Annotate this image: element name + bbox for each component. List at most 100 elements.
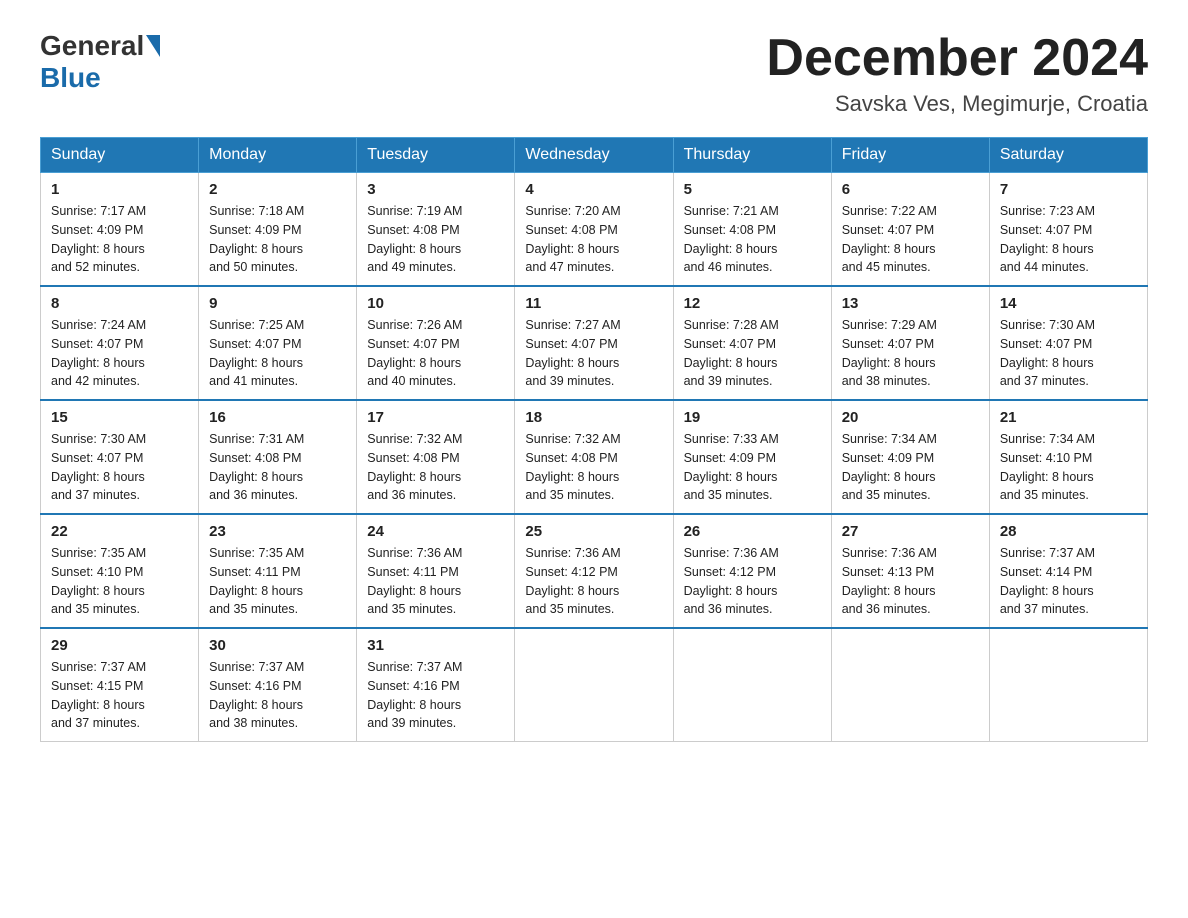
day-number: 26 bbox=[684, 523, 821, 540]
day-number: 11 bbox=[525, 295, 662, 312]
day-number: 22 bbox=[51, 523, 188, 540]
day-info: Sunrise: 7:36 AMSunset: 4:12 PMDaylight:… bbox=[525, 544, 662, 619]
calendar-cell: 17Sunrise: 7:32 AMSunset: 4:08 PMDayligh… bbox=[357, 400, 515, 514]
calendar-week-row: 15 Sunrise: 7:30 AMSunset: 4:07 PMDayligh… bbox=[41, 400, 1148, 514]
logo-triangle-icon bbox=[146, 35, 160, 57]
calendar-table: SundayMondayTuesdayWednesdayThursdayFrid… bbox=[40, 137, 1148, 742]
calendar-cell: 14Sunrise: 7:30 AMSunset: 4:07 PMDayligh… bbox=[989, 286, 1147, 400]
calendar-cell: 15 Sunrise: 7:30 AMSunset: 4:07 PMDayligh… bbox=[41, 400, 199, 514]
calendar-cell: 10 Sunrise: 7:26 AMSunset: 4:07 PMDayligh… bbox=[357, 286, 515, 400]
day-info: Sunrise: 7:35 AMSunset: 4:10 PMDaylight:… bbox=[51, 544, 188, 619]
calendar-cell bbox=[515, 628, 673, 742]
day-info: Sunrise: 7:36 AMSunset: 4:11 PMDaylight:… bbox=[367, 544, 504, 619]
day-number: 14 bbox=[1000, 295, 1137, 312]
day-number: 16 bbox=[209, 409, 346, 426]
day-info: Sunrise: 7:17 AMSunset: 4:09 PMDaylight:… bbox=[51, 202, 188, 277]
day-number: 24 bbox=[367, 523, 504, 540]
title-area: December 2024 Savska Ves, Megimurje, Cro… bbox=[766, 30, 1148, 117]
calendar-cell bbox=[989, 628, 1147, 742]
calendar-cell: 4 Sunrise: 7:20 AMSunset: 4:08 PMDaylight… bbox=[515, 173, 673, 287]
day-number: 3 bbox=[367, 181, 504, 198]
day-number: 10 bbox=[367, 295, 504, 312]
day-number: 21 bbox=[1000, 409, 1137, 426]
day-number: 28 bbox=[1000, 523, 1137, 540]
calendar-cell bbox=[831, 628, 989, 742]
day-number: 4 bbox=[525, 181, 662, 198]
calendar-header-thursday: Thursday bbox=[673, 138, 831, 173]
calendar-header-sunday: Sunday bbox=[41, 138, 199, 173]
day-number: 17 bbox=[367, 409, 504, 426]
calendar-cell: 6 Sunrise: 7:22 AMSunset: 4:07 PMDaylight… bbox=[831, 173, 989, 287]
day-info: Sunrise: 7:34 AMSunset: 4:10 PMDaylight:… bbox=[1000, 430, 1137, 505]
day-info: Sunrise: 7:21 AMSunset: 4:08 PMDaylight:… bbox=[684, 202, 821, 277]
calendar-cell: 26 Sunrise: 7:36 AMSunset: 4:12 PMDayligh… bbox=[673, 514, 831, 628]
calendar-cell: 11Sunrise: 7:27 AMSunset: 4:07 PMDayligh… bbox=[515, 286, 673, 400]
day-info: Sunrise: 7:35 AMSunset: 4:11 PMDaylight:… bbox=[209, 544, 346, 619]
calendar-cell: 1Sunrise: 7:17 AMSunset: 4:09 PMDaylight… bbox=[41, 173, 199, 287]
calendar-cell bbox=[673, 628, 831, 742]
logo: General Blue bbox=[40, 30, 162, 94]
day-info: Sunrise: 7:29 AMSunset: 4:07 PMDaylight:… bbox=[842, 316, 979, 391]
day-info: Sunrise: 7:22 AMSunset: 4:07 PMDaylight:… bbox=[842, 202, 979, 277]
day-info: Sunrise: 7:32 AMSunset: 4:08 PMDaylight:… bbox=[525, 430, 662, 505]
day-number: 15 bbox=[51, 409, 188, 426]
calendar-week-row: 1Sunrise: 7:17 AMSunset: 4:09 PMDaylight… bbox=[41, 173, 1148, 287]
calendar-cell: 9 Sunrise: 7:25 AMSunset: 4:07 PMDaylight… bbox=[199, 286, 357, 400]
day-number: 2 bbox=[209, 181, 346, 198]
calendar-cell: 18 Sunrise: 7:32 AMSunset: 4:08 PMDayligh… bbox=[515, 400, 673, 514]
day-info: Sunrise: 7:18 AMSunset: 4:09 PMDaylight:… bbox=[209, 202, 346, 277]
calendar-cell: 31Sunrise: 7:37 AMSunset: 4:16 PMDayligh… bbox=[357, 628, 515, 742]
calendar-cell: 27Sunrise: 7:36 AMSunset: 4:13 PMDayligh… bbox=[831, 514, 989, 628]
calendar-cell: 3 Sunrise: 7:19 AMSunset: 4:08 PMDaylight… bbox=[357, 173, 515, 287]
calendar-cell: 30 Sunrise: 7:37 AMSunset: 4:16 PMDayligh… bbox=[199, 628, 357, 742]
calendar-cell: 16 Sunrise: 7:31 AMSunset: 4:08 PMDayligh… bbox=[199, 400, 357, 514]
calendar-header-row: SundayMondayTuesdayWednesdayThursdayFrid… bbox=[41, 138, 1148, 173]
calendar-cell: 5Sunrise: 7:21 AMSunset: 4:08 PMDaylight… bbox=[673, 173, 831, 287]
day-info: Sunrise: 7:36 AMSunset: 4:13 PMDaylight:… bbox=[842, 544, 979, 619]
logo-general-text: General bbox=[40, 30, 144, 62]
day-info: Sunrise: 7:33 AMSunset: 4:09 PMDaylight:… bbox=[684, 430, 821, 505]
day-info: Sunrise: 7:25 AMSunset: 4:07 PMDaylight:… bbox=[209, 316, 346, 391]
day-number: 13 bbox=[842, 295, 979, 312]
calendar-cell: 7 Sunrise: 7:23 AMSunset: 4:07 PMDaylight… bbox=[989, 173, 1147, 287]
day-number: 25 bbox=[525, 523, 662, 540]
day-info: Sunrise: 7:34 AMSunset: 4:09 PMDaylight:… bbox=[842, 430, 979, 505]
day-number: 7 bbox=[1000, 181, 1137, 198]
day-number: 9 bbox=[209, 295, 346, 312]
day-info: Sunrise: 7:31 AMSunset: 4:08 PMDaylight:… bbox=[209, 430, 346, 505]
logo-blue-text: Blue bbox=[40, 62, 101, 93]
calendar-cell: 12 Sunrise: 7:28 AMSunset: 4:07 PMDayligh… bbox=[673, 286, 831, 400]
day-number: 30 bbox=[209, 637, 346, 654]
calendar-week-row: 22 Sunrise: 7:35 AMSunset: 4:10 PMDayligh… bbox=[41, 514, 1148, 628]
month-title: December 2024 bbox=[766, 30, 1148, 87]
calendar-cell: 24 Sunrise: 7:36 AMSunset: 4:11 PMDayligh… bbox=[357, 514, 515, 628]
calendar-cell: 21 Sunrise: 7:34 AMSunset: 4:10 PMDayligh… bbox=[989, 400, 1147, 514]
calendar-cell: 8 Sunrise: 7:24 AMSunset: 4:07 PMDaylight… bbox=[41, 286, 199, 400]
day-info: Sunrise: 7:37 AMSunset: 4:16 PMDaylight:… bbox=[367, 658, 504, 733]
day-number: 12 bbox=[684, 295, 821, 312]
calendar-header-tuesday: Tuesday bbox=[357, 138, 515, 173]
calendar-cell: 29Sunrise: 7:37 AMSunset: 4:15 PMDayligh… bbox=[41, 628, 199, 742]
calendar-week-row: 29Sunrise: 7:37 AMSunset: 4:15 PMDayligh… bbox=[41, 628, 1148, 742]
day-info: Sunrise: 7:37 AMSunset: 4:16 PMDaylight:… bbox=[209, 658, 346, 733]
day-info: Sunrise: 7:20 AMSunset: 4:08 PMDaylight:… bbox=[525, 202, 662, 277]
day-number: 6 bbox=[842, 181, 979, 198]
calendar-cell: 28 Sunrise: 7:37 AMSunset: 4:14 PMDayligh… bbox=[989, 514, 1147, 628]
day-info: Sunrise: 7:23 AMSunset: 4:07 PMDaylight:… bbox=[1000, 202, 1137, 277]
day-info: Sunrise: 7:28 AMSunset: 4:07 PMDaylight:… bbox=[684, 316, 821, 391]
calendar-cell: 13 Sunrise: 7:29 AMSunset: 4:07 PMDayligh… bbox=[831, 286, 989, 400]
day-number: 18 bbox=[525, 409, 662, 426]
day-info: Sunrise: 7:26 AMSunset: 4:07 PMDaylight:… bbox=[367, 316, 504, 391]
calendar-cell: 22 Sunrise: 7:35 AMSunset: 4:10 PMDayligh… bbox=[41, 514, 199, 628]
calendar-header-saturday: Saturday bbox=[989, 138, 1147, 173]
header: General Blue December 2024 Savska Ves, M… bbox=[40, 30, 1148, 117]
calendar-header-monday: Monday bbox=[199, 138, 357, 173]
day-info: Sunrise: 7:36 AMSunset: 4:12 PMDaylight:… bbox=[684, 544, 821, 619]
day-number: 19 bbox=[684, 409, 821, 426]
day-number: 29 bbox=[51, 637, 188, 654]
day-number: 8 bbox=[51, 295, 188, 312]
day-info: Sunrise: 7:24 AMSunset: 4:07 PMDaylight:… bbox=[51, 316, 188, 391]
day-info: Sunrise: 7:37 AMSunset: 4:14 PMDaylight:… bbox=[1000, 544, 1137, 619]
day-info: Sunrise: 7:19 AMSunset: 4:08 PMDaylight:… bbox=[367, 202, 504, 277]
day-info: Sunrise: 7:30 AMSunset: 4:07 PMDaylight:… bbox=[51, 430, 188, 505]
